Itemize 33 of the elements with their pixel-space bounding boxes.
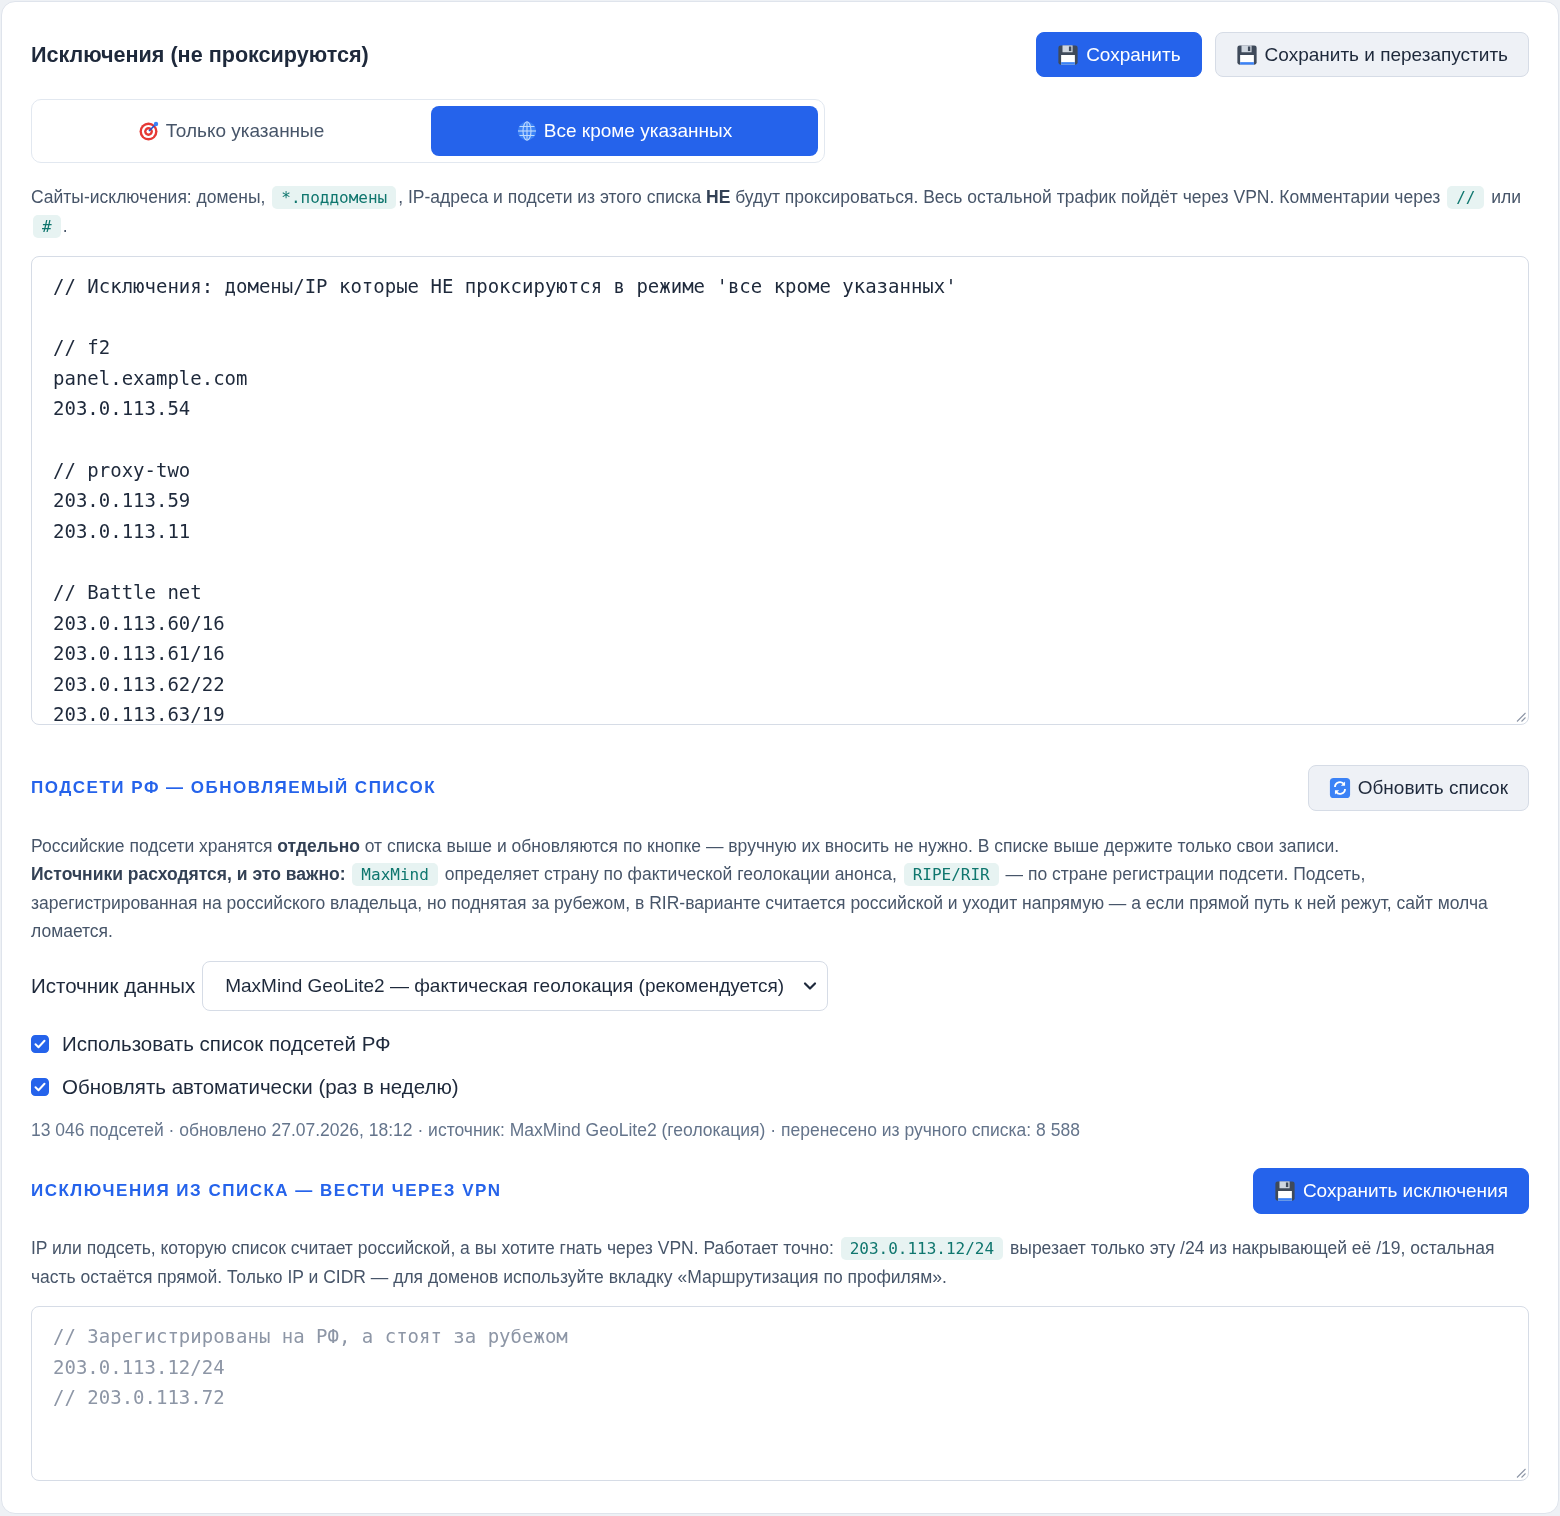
- inline-code: RIPE/RIR: [903, 863, 999, 886]
- refresh-icon: [1328, 777, 1351, 799]
- checkbox-label: Обновлять автоматически (раз в неделю): [62, 1075, 459, 1099]
- target-icon: [138, 121, 159, 141]
- inline-code: MaxMind: [352, 863, 438, 886]
- checkbox-label: Использовать список подсетей РФ: [62, 1032, 391, 1056]
- section-heading: ПОДСЕТИ РФ — ОБНОВЛЯЕМЫЙ СПИСОК: [31, 778, 437, 798]
- description-text: IP или подсеть, которую список считает российской, а вы хотите гнать через VPN. Работает точно: 203.0.113.12/24 вырезает только эту /24 из накрывающей её /19, остальная часть остаётся прямой. Только IP и CIDR — для доменов используйте вкладку «Маршрутизация по профилям».: [31, 1236, 1496, 1289]
- description-text: Источники расходятся, и это важно: MaxMind определяет страну по фактической геолокации анонса, RIPE/RIR — по стране регистрации подсети. Подсеть, зарегистрированная на российского владельца, но поднятая за рубежом, в RIR-варианте считается российской и уходит напрямую — а если прямой путь к ней режут, сайт молча ломается.: [31, 862, 1489, 943]
- button[interactable]: Сохранить и перезапустить: [1214, 32, 1529, 77]
- description-text: Российские подсети хранятся отдельно от списка выше и обновляются по кнопке — вручную их вносить не нужно. В списке выше держите только свои записи.: [31, 835, 1341, 858]
- section-heading: ИСКЛЮЧЕНИЯ ИЗ СПИСКА — ВЕСТИ ЧЕРЕЗ VPN: [31, 1181, 502, 1201]
- section-title: Исключения (не проксируются): [31, 41, 369, 68]
- inline-code: *.поддомены: [272, 186, 397, 209]
- inline-code: #: [33, 215, 61, 238]
- button[interactable]: Обновить список: [1307, 765, 1529, 811]
- exclusions-text-field[interactable]: // Исключения: домены/IP которые НЕ проксируются в режиме 'все кроме указанных' // f2 panel.example.com 203.0.113.54 // proxy-two 203.0.113.59 203.0.113.11 // Battle net 203.0.113.60/16 203.0.113.61/16 203.0.113.62/22 203.0.113.63/19: [31, 256, 1529, 725]
- button[interactable]: Сохранить исключения: [1252, 1168, 1529, 1214]
- status-text: 13 046 подсетей · обновлено 27.07.2026, 18:12 · источник: MaxMind GeoLite2 (геолокация) · перенесено из ручного списка: 8 588: [31, 1119, 1081, 1142]
- inline-code: 203.0.113.12/24: [840, 1237, 1004, 1260]
- description-text: Сайты-исключения: домены, *.поддомены , IP-адреса и подсети из этого списка НЕ будут проксироваться. Весь остальной трафик пойдёт через VPN. Комментарии через // или # .: [31, 185, 1522, 240]
- vpn-exceptions-text-field[interactable]: // Зарегистрированы на РФ, а стоят за рубежом 203.0.113.12/24 // 203.0.113.72: [31, 1306, 1529, 1481]
- resize-handle-icon[interactable]: [1515, 711, 1526, 722]
- mode-tab[interactable]: Только указанные: [38, 106, 425, 156]
- inline-code: //: [1447, 186, 1485, 209]
- checkbox[interactable]: [31, 1078, 49, 1096]
- field-label: Источник данных: [31, 974, 196, 998]
- button[interactable]: Сохранить: [1036, 32, 1202, 77]
- resize-handle-icon[interactable]: [1515, 1467, 1526, 1478]
- checkbox[interactable]: [31, 1035, 49, 1053]
- data-source-select[interactable]: MaxMind GeoLite2 — фактическая геолокация (рекомендуется): [202, 961, 829, 1011]
- globe-icon: [516, 121, 537, 141]
- mode-tab[interactable]: Все кроме указанных: [431, 106, 818, 156]
